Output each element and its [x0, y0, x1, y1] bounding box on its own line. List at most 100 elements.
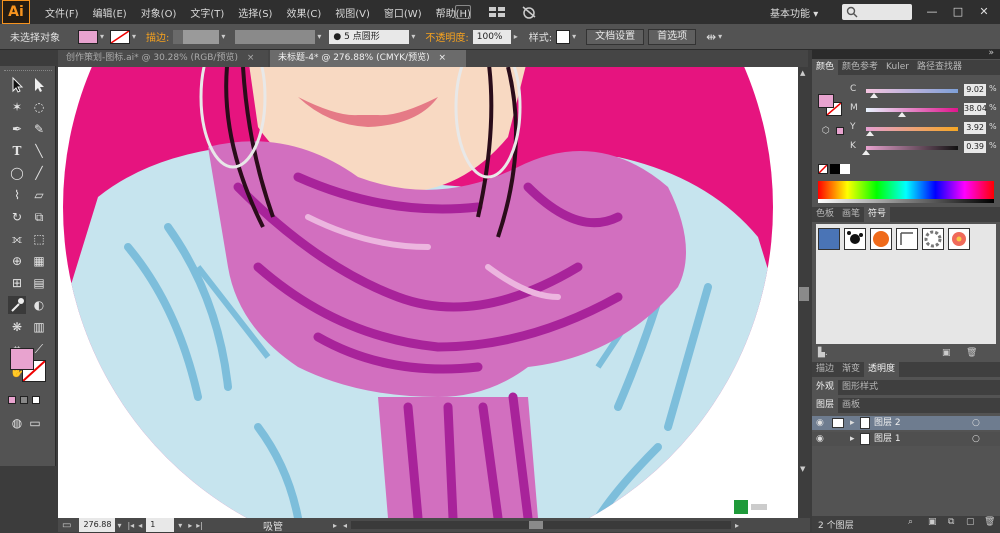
close-icon[interactable]: ×	[438, 53, 446, 63]
horizontal-scroll-thumb[interactable]	[528, 521, 543, 529]
tab-pathfinder[interactable]: 路径查找器	[913, 60, 966, 75]
paintbrush-tool-icon[interactable]: ⌇	[8, 186, 26, 204]
stroke-label[interactable]: 描边:	[146, 29, 169, 44]
symbol-ornament[interactable]	[922, 228, 944, 250]
fill-swatch[interactable]	[78, 29, 98, 44]
tint-ramp[interactable]	[818, 199, 994, 203]
new-sublayer-icon[interactable]: ⧉	[948, 517, 954, 527]
chevron-down-icon[interactable]: ▾	[130, 30, 138, 44]
clipping-mask-icon[interactable]: ▣	[928, 517, 937, 527]
menu-effect[interactable]: 效果(C)	[279, 5, 328, 20]
tab-stroke[interactable]: 描边	[812, 362, 838, 377]
pencil-tool-icon[interactable]: ╱	[30, 164, 48, 182]
zoom-input[interactable]: 276.88	[79, 518, 116, 532]
visibility-eye-icon[interactable]: ◉	[816, 432, 824, 446]
variable-width-profile[interactable]	[235, 29, 316, 44]
menu-object[interactable]: 对象(O)	[134, 5, 184, 20]
chevron-down-icon[interactable]: ▾	[219, 30, 227, 44]
slider-track[interactable]	[866, 146, 958, 150]
symbol-splatter[interactable]	[844, 228, 866, 250]
curvature-tool-icon[interactable]: ✎	[30, 120, 48, 138]
tab-kuler[interactable]: Kuler	[882, 60, 913, 75]
vertical-scroll-thumb[interactable]	[799, 287, 809, 301]
stroke-weight-input[interactable]	[183, 29, 220, 44]
type-tool-icon[interactable]: T	[8, 142, 26, 160]
vertical-scrollbar[interactable]: ▲ ▼	[798, 67, 810, 518]
arrange-icon[interactable]: ⇹	[706, 30, 716, 44]
chevron-down-icon[interactable]: ▾	[178, 521, 182, 530]
graph-tool-icon[interactable]: ▥	[30, 318, 48, 336]
gradient-mode-icon[interactable]	[20, 396, 28, 404]
gpu-performance-icon[interactable]	[520, 4, 538, 20]
line-tool-icon[interactable]: ╲	[30, 142, 48, 160]
opacity-label[interactable]: 不透明度:	[425, 29, 468, 44]
slider-value[interactable]: 9.02	[964, 84, 986, 96]
help-search-input[interactable]	[842, 4, 912, 20]
symbol-orange-button[interactable]	[870, 228, 892, 250]
magic-wand-tool-icon[interactable]: ✶	[8, 98, 26, 116]
locate-object-icon[interactable]: ⌕	[908, 517, 913, 527]
artboard-canvas[interactable]	[58, 67, 798, 518]
scroll-down-icon[interactable]: ▼	[800, 465, 808, 473]
next-artboard-icon[interactable]: ▸	[188, 521, 192, 530]
close-window-button[interactable]: ✕	[974, 4, 994, 20]
brush-definition[interactable]: ● 5 点圆形	[329, 29, 410, 44]
previous-artboard-icon[interactable]: ◂	[138, 521, 142, 530]
slider-track[interactable]	[866, 89, 958, 93]
slider-thumb[interactable]	[866, 131, 874, 136]
chevron-right-icon[interactable]: ▸	[511, 30, 521, 44]
horizontal-scroll-track[interactable]	[350, 521, 731, 529]
chevron-down-icon[interactable]: ▾	[716, 30, 724, 44]
chevron-down-icon[interactable]: ▾	[570, 30, 578, 44]
out-of-gamut-icon[interactable]: ⬡	[822, 126, 830, 136]
white-swatch[interactable]	[840, 164, 850, 174]
slider-value[interactable]: 0.39	[964, 141, 986, 153]
scroll-up-icon[interactable]: ▲	[800, 69, 808, 77]
minimize-button[interactable]: —	[922, 4, 942, 20]
mesh-tool-icon[interactable]: ⊞	[8, 274, 26, 292]
fill-color-front[interactable]	[10, 348, 34, 370]
tab-swatches[interactable]: 色板	[812, 207, 838, 222]
delete-layer-icon[interactable]: 🗑	[984, 517, 995, 527]
slider-track[interactable]	[866, 108, 958, 112]
slider-thumb[interactable]	[898, 112, 906, 117]
none-mode-icon[interactable]	[32, 396, 40, 404]
scroll-left-icon[interactable]: ◂	[343, 521, 347, 530]
width-tool-icon[interactable]: ⟗	[8, 230, 26, 248]
chevron-down-icon[interactable]: ▾	[117, 521, 121, 530]
target-icon[interactable]: ○	[972, 432, 980, 446]
scroll-right-icon[interactable]: ▸	[735, 521, 739, 530]
chevron-down-icon[interactable]: ▾	[409, 30, 417, 44]
tab-brushes[interactable]: 画笔	[838, 207, 864, 222]
opacity-input[interactable]: 100%	[472, 29, 511, 44]
tab-gradient[interactable]: 渐变	[838, 362, 864, 377]
bridge-icon[interactable]	[455, 5, 471, 19]
menu-view[interactable]: 视图(V)	[328, 5, 377, 20]
slider-black[interactable]: K 0.39 %	[850, 141, 998, 155]
selection-tool-icon[interactable]	[8, 76, 26, 94]
shape-builder-tool-icon[interactable]: ⊕	[8, 252, 26, 270]
visibility-eye-icon[interactable]: ◉	[816, 416, 824, 430]
black-swatch[interactable]	[830, 164, 840, 174]
layer-name[interactable]: 图层 1	[874, 432, 901, 446]
eraser-tool-icon[interactable]: ▱	[30, 186, 48, 204]
tab-layers[interactable]: 图层	[812, 398, 839, 413]
color-mode-icon[interactable]	[8, 396, 16, 404]
panel-dock-header[interactable]: »	[812, 48, 1000, 59]
menu-window[interactable]: 窗口(W)	[377, 5, 429, 20]
status-menu-icon[interactable]: ▸	[333, 521, 337, 530]
symbol-blue-bar[interactable]	[818, 228, 840, 250]
tab-graphic-styles[interactable]: 图形样式	[838, 380, 882, 395]
new-layer-icon[interactable]: ▢	[966, 517, 975, 527]
zoom-menu-icon[interactable]: ▭	[62, 520, 71, 531]
workspace-switcher[interactable]: 基本功能 ▾	[770, 5, 818, 20]
scale-tool-icon[interactable]: ⧉	[30, 208, 48, 226]
first-artboard-icon[interactable]: |◂	[127, 521, 134, 530]
color-fill-front[interactable]	[818, 94, 834, 108]
symbol-sprayer-tool-icon[interactable]: ❋	[8, 318, 26, 336]
symbol-flower[interactable]	[948, 228, 970, 250]
tab-color[interactable]: 颜色	[812, 60, 839, 75]
eyedropper-tool-icon[interactable]	[8, 296, 26, 314]
tab-symbols[interactable]: 符号	[864, 207, 891, 222]
last-artboard-icon[interactable]: ▸|	[196, 521, 203, 530]
